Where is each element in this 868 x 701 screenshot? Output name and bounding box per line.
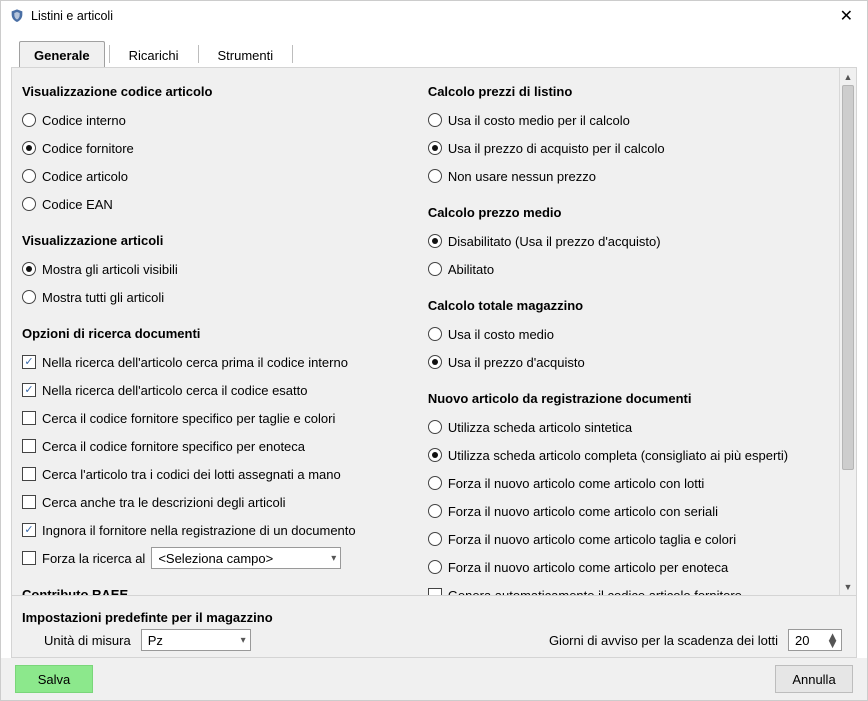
- radio-listino-nessun-prezzo[interactable]: [428, 169, 442, 183]
- group-vis-code: Visualizzazione codice articolo: [22, 84, 410, 99]
- radio-codice-articolo[interactable]: [22, 169, 36, 183]
- group-prezzo-medio: Calcolo prezzo medio: [428, 205, 835, 220]
- scroll-up-icon[interactable]: ▲: [840, 68, 856, 85]
- shield-icon: [9, 8, 25, 24]
- settings-window: Listini e articoli ✕ Generale Ricarichi …: [0, 0, 868, 701]
- scrollbar-track[interactable]: [840, 85, 856, 578]
- left-column: Visualizzazione codice articolo Codice i…: [22, 78, 410, 591]
- scroll-down-icon[interactable]: ▼: [840, 578, 856, 595]
- group-vis-art: Visualizzazione articoli: [22, 233, 410, 248]
- vertical-scrollbar[interactable]: ▲ ▼: [839, 68, 856, 595]
- combo-unita-misura-value: Pz: [148, 633, 163, 648]
- radio-forza-seriali[interactable]: [428, 504, 442, 518]
- tab-strumenti[interactable]: Strumenti: [203, 41, 289, 67]
- radio-medio-disabilitato[interactable]: [428, 234, 442, 248]
- scrollbar-thumb[interactable]: [842, 85, 854, 470]
- spinner-giorni-lotti[interactable]: 20 ▲▼: [788, 629, 842, 651]
- radio-articoli-tutti[interactable]: [22, 290, 36, 304]
- group-ricerca: Opzioni di ricerca documenti: [22, 326, 410, 341]
- radio-listino-costo-medio[interactable]: [428, 113, 442, 127]
- spinner-giorni-lotti-value: 20: [795, 633, 809, 648]
- tab-generale[interactable]: Generale: [19, 41, 105, 67]
- group-raee: Contributo RAEE: [22, 587, 410, 595]
- chevron-down-icon: ▾: [331, 553, 336, 564]
- right-column: Calcolo prezzi di listino Usa il costo m…: [428, 78, 835, 591]
- combo-forza-ricerca[interactable]: <Seleziona campo> ▾: [151, 547, 341, 569]
- radio-forza-lotti[interactable]: [428, 476, 442, 490]
- radio-listino-prezzo-acquisto[interactable]: [428, 141, 442, 155]
- tab-ricarichi[interactable]: Ricarichi: [114, 41, 194, 67]
- chevron-down-icon: ▾: [241, 635, 246, 646]
- group-magazzino-defaults: Impostazioni predefinte per il magazzino: [22, 610, 852, 625]
- check-ricerca-codice-esatto[interactable]: [22, 383, 36, 397]
- close-icon[interactable]: ✕: [834, 6, 859, 26]
- um-label: Unità di misura: [44, 633, 131, 648]
- check-forza-ricerca[interactable]: [22, 551, 36, 565]
- radio-codice-ean[interactable]: [22, 197, 36, 211]
- check-descrizioni[interactable]: [22, 495, 36, 509]
- group-nuovo-articolo: Nuovo articolo da registrazione document…: [428, 391, 835, 406]
- tab-content: Visualizzazione codice articolo Codice i…: [11, 67, 857, 596]
- window-title: Listini e articoli: [31, 9, 834, 23]
- radio-codice-fornitore[interactable]: [22, 141, 36, 155]
- group-listino: Calcolo prezzi di listino: [428, 84, 835, 99]
- check-codici-lotti[interactable]: [22, 467, 36, 481]
- radio-codice-interno[interactable]: [22, 113, 36, 127]
- radio-scheda-sintetica[interactable]: [428, 420, 442, 434]
- radio-mag-prezzo-acquisto[interactable]: [428, 355, 442, 369]
- cancel-button[interactable]: Annulla: [775, 665, 853, 693]
- bottom-section: Impostazioni predefinte per il magazzino…: [11, 596, 857, 658]
- window-titlebar: Listini e articoli ✕: [1, 1, 867, 31]
- lotti-label: Giorni di avviso per la scadenza dei lot…: [549, 633, 778, 648]
- check-genera-codice-fornitore[interactable]: [428, 588, 442, 595]
- save-button[interactable]: Salva: [15, 665, 93, 693]
- radio-forza-taglia-colori[interactable]: [428, 532, 442, 546]
- radio-articoli-visibili[interactable]: [22, 262, 36, 276]
- spinner-down-icon[interactable]: ▼: [826, 640, 839, 647]
- radio-forza-enoteca[interactable]: [428, 560, 442, 574]
- combo-forza-ricerca-value: <Seleziona campo>: [158, 551, 273, 566]
- radio-scheda-completa[interactable]: [428, 448, 442, 462]
- check-ignora-fornitore[interactable]: [22, 523, 36, 537]
- radio-mag-costo-medio[interactable]: [428, 327, 442, 341]
- tabs: Generale Ricarichi Strumenti: [1, 31, 867, 67]
- check-ricerca-codice-interno[interactable]: [22, 355, 36, 369]
- radio-medio-abilitato[interactable]: [428, 262, 442, 276]
- combo-unita-misura[interactable]: Pz ▾: [141, 629, 251, 651]
- footer: Salva Annulla: [1, 658, 867, 700]
- check-fornitore-taglie[interactable]: [22, 411, 36, 425]
- group-tot-magazzino: Calcolo totale magazzino: [428, 298, 835, 313]
- check-fornitore-enoteca[interactable]: [22, 439, 36, 453]
